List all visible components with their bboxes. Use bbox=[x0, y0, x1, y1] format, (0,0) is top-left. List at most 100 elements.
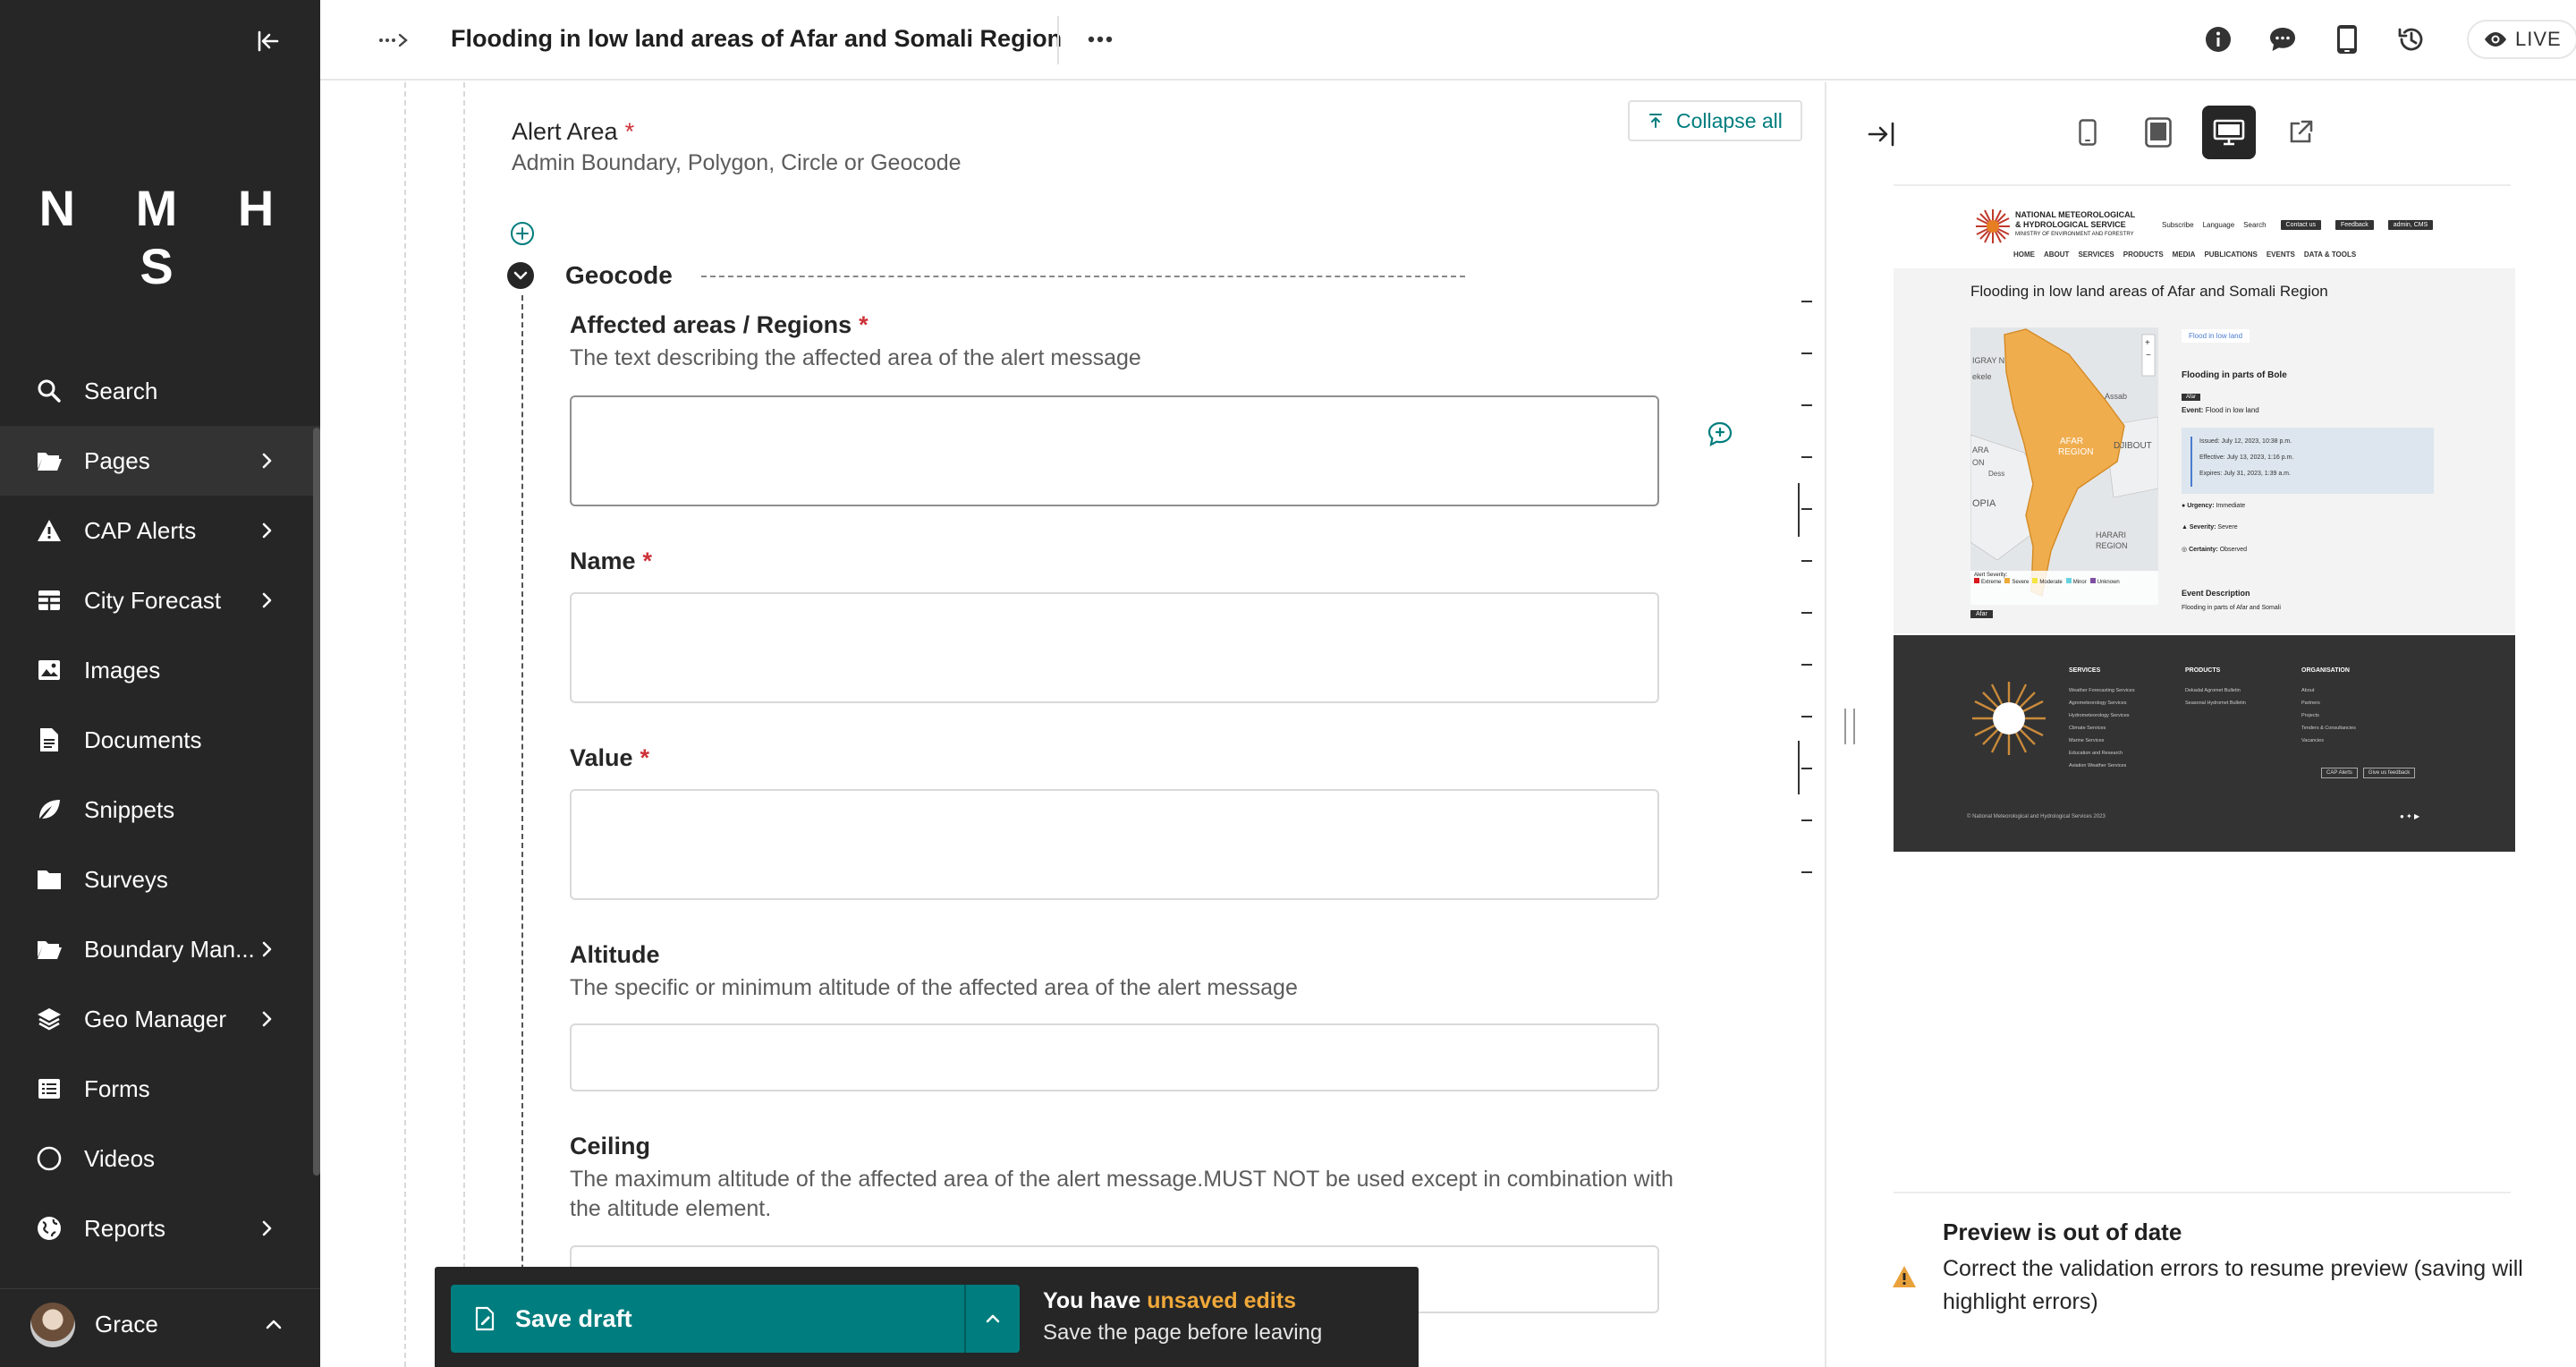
nmhs-sun-logo-icon bbox=[1976, 209, 2010, 243]
footer-feedback-button[interactable]: Give us feedback bbox=[2362, 768, 2416, 778]
footer-link[interactable]: Dekadal Agromet Bulletin bbox=[2185, 688, 2246, 693]
plus-circle-icon bbox=[511, 222, 534, 245]
footer-link[interactable]: Partners bbox=[2301, 700, 2356, 706]
sidebar-item-city-forecast[interactable]: City Forecast bbox=[0, 565, 320, 635]
footer-link[interactable]: Aviation Weather Services bbox=[2069, 763, 2135, 768]
footer-link[interactable]: Hydrometeorology Services bbox=[2069, 713, 2135, 718]
preview-resize-handle[interactable] bbox=[1844, 709, 1855, 744]
block-collapse-toggle[interactable] bbox=[506, 261, 535, 290]
sidebar-item-images[interactable]: Images bbox=[0, 635, 320, 705]
footer-link[interactable]: About bbox=[2301, 688, 2356, 693]
live-status-button[interactable]: LIVE bbox=[2467, 20, 2576, 59]
save-draft-button[interactable]: Save draft bbox=[451, 1285, 964, 1353]
globe-icon bbox=[36, 1215, 63, 1242]
sidebar-item-forms[interactable]: Forms bbox=[0, 1054, 320, 1124]
preview-mobile-button[interactable] bbox=[2061, 106, 2114, 159]
sidebar-item-documents[interactable]: Documents bbox=[0, 705, 320, 775]
map-tag: Afar bbox=[1970, 610, 1993, 618]
sidebar-item-label: Images bbox=[84, 656, 161, 684]
affected-areas-input[interactable] bbox=[570, 395, 1659, 506]
add-comment-button[interactable] bbox=[1707, 420, 1733, 447]
affected-areas-help: The text describing the affected area of… bbox=[570, 345, 1141, 370]
footer-link[interactable]: Education and Research bbox=[2069, 751, 2135, 756]
divider bbox=[1894, 1192, 2511, 1193]
save-footer: Save draft You have unsaved edits Save t… bbox=[435, 1267, 1419, 1367]
sidebar-item-snippets[interactable]: Snippets bbox=[0, 775, 320, 845]
chevron-right-icon bbox=[262, 592, 272, 608]
sidebar-item-geo-manager[interactable]: Geo Manager bbox=[0, 984, 320, 1054]
image-icon bbox=[36, 657, 63, 684]
info-button[interactable] bbox=[2200, 21, 2236, 57]
preview-toggle-button[interactable] bbox=[2329, 21, 2365, 57]
footer-link[interactable]: Climate Services bbox=[2069, 726, 2135, 731]
footer-link[interactable]: Seasonal Hydromet Bulletin bbox=[2185, 700, 2246, 706]
svg-text:ekele: ekele bbox=[1972, 372, 1992, 381]
site-info-title: Flooding in parts of Bole bbox=[2182, 370, 2287, 380]
chevron-right-icon bbox=[262, 1220, 272, 1236]
table-icon bbox=[36, 587, 63, 614]
more-actions-button[interactable] bbox=[1082, 23, 1118, 55]
svg-text:REGION: REGION bbox=[2096, 541, 2128, 550]
footer-link[interactable]: Agrometeorology Services bbox=[2069, 700, 2135, 706]
folder-open-icon bbox=[36, 936, 63, 963]
chevron-right-icon bbox=[262, 1011, 272, 1027]
user-name: Grace bbox=[95, 1311, 158, 1337]
collapse-sidebar-button[interactable] bbox=[250, 23, 286, 59]
breadcrumb-icon bbox=[379, 33, 408, 47]
name-input[interactable] bbox=[570, 592, 1659, 703]
collapse-left-icon bbox=[258, 30, 279, 52]
chevron-right-icon bbox=[262, 453, 272, 469]
footer-link[interactable]: Tenders & Consultancies bbox=[2301, 726, 2356, 731]
site-alert-title: Flooding in low land areas of Afar and S… bbox=[1970, 283, 2328, 300]
collapse-all-button[interactable]: Collapse all bbox=[1628, 100, 1802, 141]
divider bbox=[1057, 16, 1059, 64]
site-tab[interactable]: Flood in low land bbox=[2182, 329, 2250, 343]
minimap[interactable] bbox=[1798, 208, 1816, 887]
collapse-up-icon bbox=[1649, 114, 1662, 128]
footer-link[interactable]: Projects bbox=[2301, 713, 2356, 718]
mobile-icon bbox=[2337, 25, 2357, 54]
sidebar-item-surveys[interactable]: Surveys bbox=[0, 845, 320, 914]
more-save-actions-button[interactable] bbox=[966, 1285, 1020, 1353]
sidebar-item-videos[interactable]: Videos bbox=[0, 1124, 320, 1193]
svg-text:ARA: ARA bbox=[1972, 446, 1989, 454]
sidebar-item-label: City Forecast bbox=[84, 586, 222, 614]
footer-copyright: © National Meteorological and Hydrologic… bbox=[1967, 814, 2106, 819]
breadcrumb-toggle[interactable] bbox=[376, 25, 411, 55]
footer-link[interactable]: Weather Forecasting Services bbox=[2069, 688, 2135, 693]
preview-tablet-button[interactable] bbox=[2131, 106, 2185, 159]
account-menu[interactable]: Grace bbox=[0, 1288, 320, 1360]
open-preview-new-tab-button[interactable] bbox=[2274, 106, 2327, 159]
info-icon bbox=[2206, 27, 2231, 52]
sidebar-item-label: Boundary Man... bbox=[84, 935, 255, 963]
svg-text:Dess: Dess bbox=[1988, 470, 2004, 478]
site-map[interactable]: AFAR REGION IGRAY N ekele Assab DJIBOUT … bbox=[1970, 327, 2158, 605]
sidebar-item-boundary-man[interactable]: Boundary Man... bbox=[0, 914, 320, 984]
sidebar-item-pages[interactable]: Pages bbox=[0, 426, 320, 496]
preview-iframe[interactable]: NATIONAL METEOROLOGICAL & HYDROLOGICAL S… bbox=[1894, 193, 2515, 852]
affected-areas-label: Affected areas / Regions * bbox=[570, 311, 869, 338]
unsaved-subtext: Save the page before leaving bbox=[1043, 1320, 1323, 1345]
sidebar-item-reports[interactable]: Reports bbox=[0, 1193, 320, 1263]
site-logo[interactable]: N M H S bbox=[0, 179, 320, 295]
close-preview-button[interactable] bbox=[1864, 118, 1900, 150]
footer-social-icons[interactable]: ● ✦ ▶ bbox=[2400, 812, 2419, 820]
value-input[interactable] bbox=[570, 789, 1659, 900]
sidebar-scrollbar[interactable] bbox=[313, 428, 320, 1176]
history-button[interactable] bbox=[2394, 21, 2429, 57]
history-icon bbox=[2398, 28, 2423, 51]
sidebar-item-cap-alerts[interactable]: CAP Alerts bbox=[0, 496, 320, 565]
sidebar-item-search[interactable]: Search bbox=[0, 356, 320, 426]
footer-link[interactable]: Vacancies bbox=[2301, 738, 2356, 743]
sidebar-item-label: Geo Manager bbox=[84, 1005, 226, 1032]
footer-link[interactable]: Marine Services bbox=[2069, 738, 2135, 743]
map-legend: Alert Severity: Extreme Severe Moderate Min… bbox=[1970, 571, 2158, 605]
name-label: Name * bbox=[570, 548, 653, 574]
footer-cap-button[interactable]: CAP Alerts bbox=[2321, 768, 2358, 778]
svg-text:ON: ON bbox=[1972, 458, 1985, 467]
altitude-input[interactable] bbox=[570, 1023, 1659, 1091]
save-draft-label: Save draft bbox=[515, 1304, 632, 1332]
comments-button[interactable] bbox=[2265, 21, 2301, 57]
add-block-button[interactable] bbox=[509, 220, 536, 247]
preview-desktop-button[interactable] bbox=[2202, 106, 2256, 159]
